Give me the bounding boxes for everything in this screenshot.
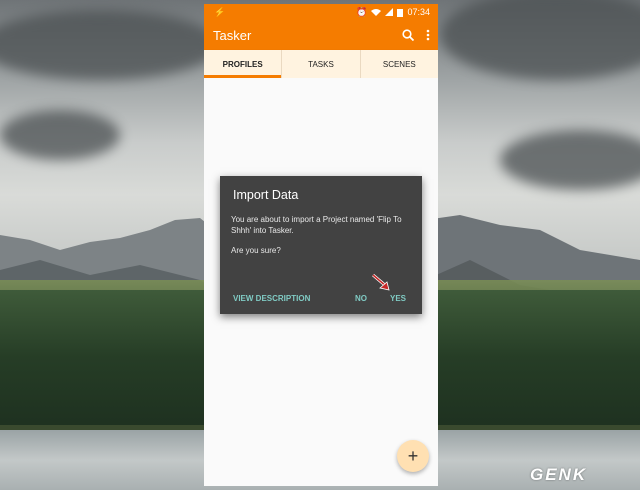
add-fab-button[interactable]: + [397, 440, 429, 472]
status-time: 07:34 [407, 7, 430, 17]
no-button[interactable]: NO [355, 294, 367, 303]
wifi-icon [371, 9, 382, 16]
tab-profiles[interactable]: PROFILES [204, 50, 283, 78]
status-bar: ⚡ ⏰ 07:34 [204, 4, 438, 20]
tab-tasks[interactable]: TASKS [282, 50, 361, 78]
watermark-logo: GENK [530, 465, 588, 484]
app-bar: Tasker [204, 20, 438, 50]
tab-scenes[interactable]: SCENES [361, 50, 438, 78]
cloud [0, 110, 120, 160]
import-data-dialog: Import Data You are about to import a Pr… [220, 176, 422, 314]
battery-icon [397, 8, 404, 17]
dialog-title: Import Data [233, 188, 299, 202]
alarm-icon: ⏰ [356, 6, 368, 17]
pointer-arrow-icon [372, 273, 390, 291]
view-description-button[interactable]: VIEW DESCRIPTION [233, 294, 310, 303]
overflow-menu-icon[interactable] [426, 29, 430, 41]
dialog-message: You are about to import a Project named … [231, 215, 402, 235]
bolt-icon: ⚡ [214, 6, 226, 17]
app-title: Tasker [213, 27, 252, 43]
tab-bar: PROFILES TASKS SCENES [204, 50, 438, 78]
dialog-question: Are you sure? [231, 246, 281, 255]
yes-button[interactable]: YES [390, 294, 406, 303]
search-icon[interactable] [402, 29, 414, 41]
signal-icon [385, 8, 394, 16]
